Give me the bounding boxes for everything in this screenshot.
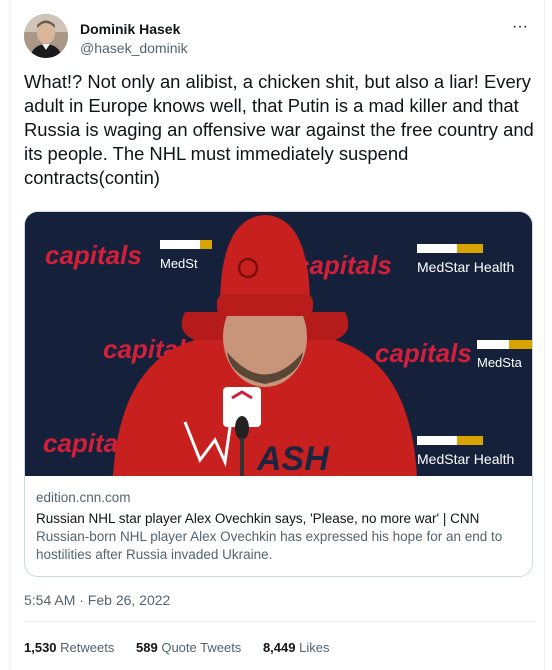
hoodie-text: ASH [256,440,330,476]
quote-tweets-stat[interactable]: 589 Quote Tweets [136,640,241,655]
author-handle[interactable]: @hasek_dominik [80,39,188,57]
medstar-text-2: MedStar Health [417,259,514,275]
stats-divider [24,621,536,622]
link-card[interactable]: capitals capitals capitals capitals capi… [24,211,533,577]
card-body: edition.cnn.com Russian NHL star player … [36,489,522,564]
quotes-label: Quote Tweets [161,640,242,655]
tweet-text: What!? Not only an alibist, a chicken sh… [24,71,534,188]
tweet-timestamp[interactable]: 5:54 AM · Feb 26, 2022 [24,591,170,609]
author-display-name[interactable]: Dominik Hasek [80,20,188,38]
likes-count: 8,449 [262,640,296,655]
capitals-logo-text-4: capitals [375,338,472,368]
tweet-header: Dominik Hasek @hasek_dominik ··· [24,14,536,62]
retweets-stat[interactable]: 1,530 Retweets [24,640,114,655]
card-description: Russian-born NHL player Alex Ovechkin ha… [36,529,503,562]
card-title[interactable]: Russian NHL star player Alex Ovechkin sa… [36,510,522,528]
likes-label: Likes [299,640,330,655]
more-options-icon[interactable]: ··· [512,18,528,36]
press-conference-image: capitals capitals capitals capitals capi… [25,212,532,476]
medstar-text-3: MedSta [477,355,523,370]
quotes-count: 589 [136,640,158,655]
likes-stat[interactable]: 8,449 Likes [263,640,330,655]
profile-photo-icon [24,14,68,58]
medstar-text-1: MedSt [160,256,198,271]
author-avatar[interactable] [24,14,68,58]
capitals-logo-text-1: capitals [45,240,142,270]
engagement-stats: 1,530 Retweets 589 Quote Tweets 8,449 Li… [24,640,347,655]
retweets-count: 1,530 [24,640,57,655]
medstar-text-4: MedStar Health [417,451,514,467]
capitals-logo-text-2: capitals [295,250,392,280]
author-names: Dominik Hasek @hasek_dominik [80,20,188,57]
card-domain[interactable]: edition.cnn.com [36,489,522,507]
retweets-label: Retweets [60,640,115,655]
card-image: capitals capitals capitals capitals capi… [25,212,532,476]
